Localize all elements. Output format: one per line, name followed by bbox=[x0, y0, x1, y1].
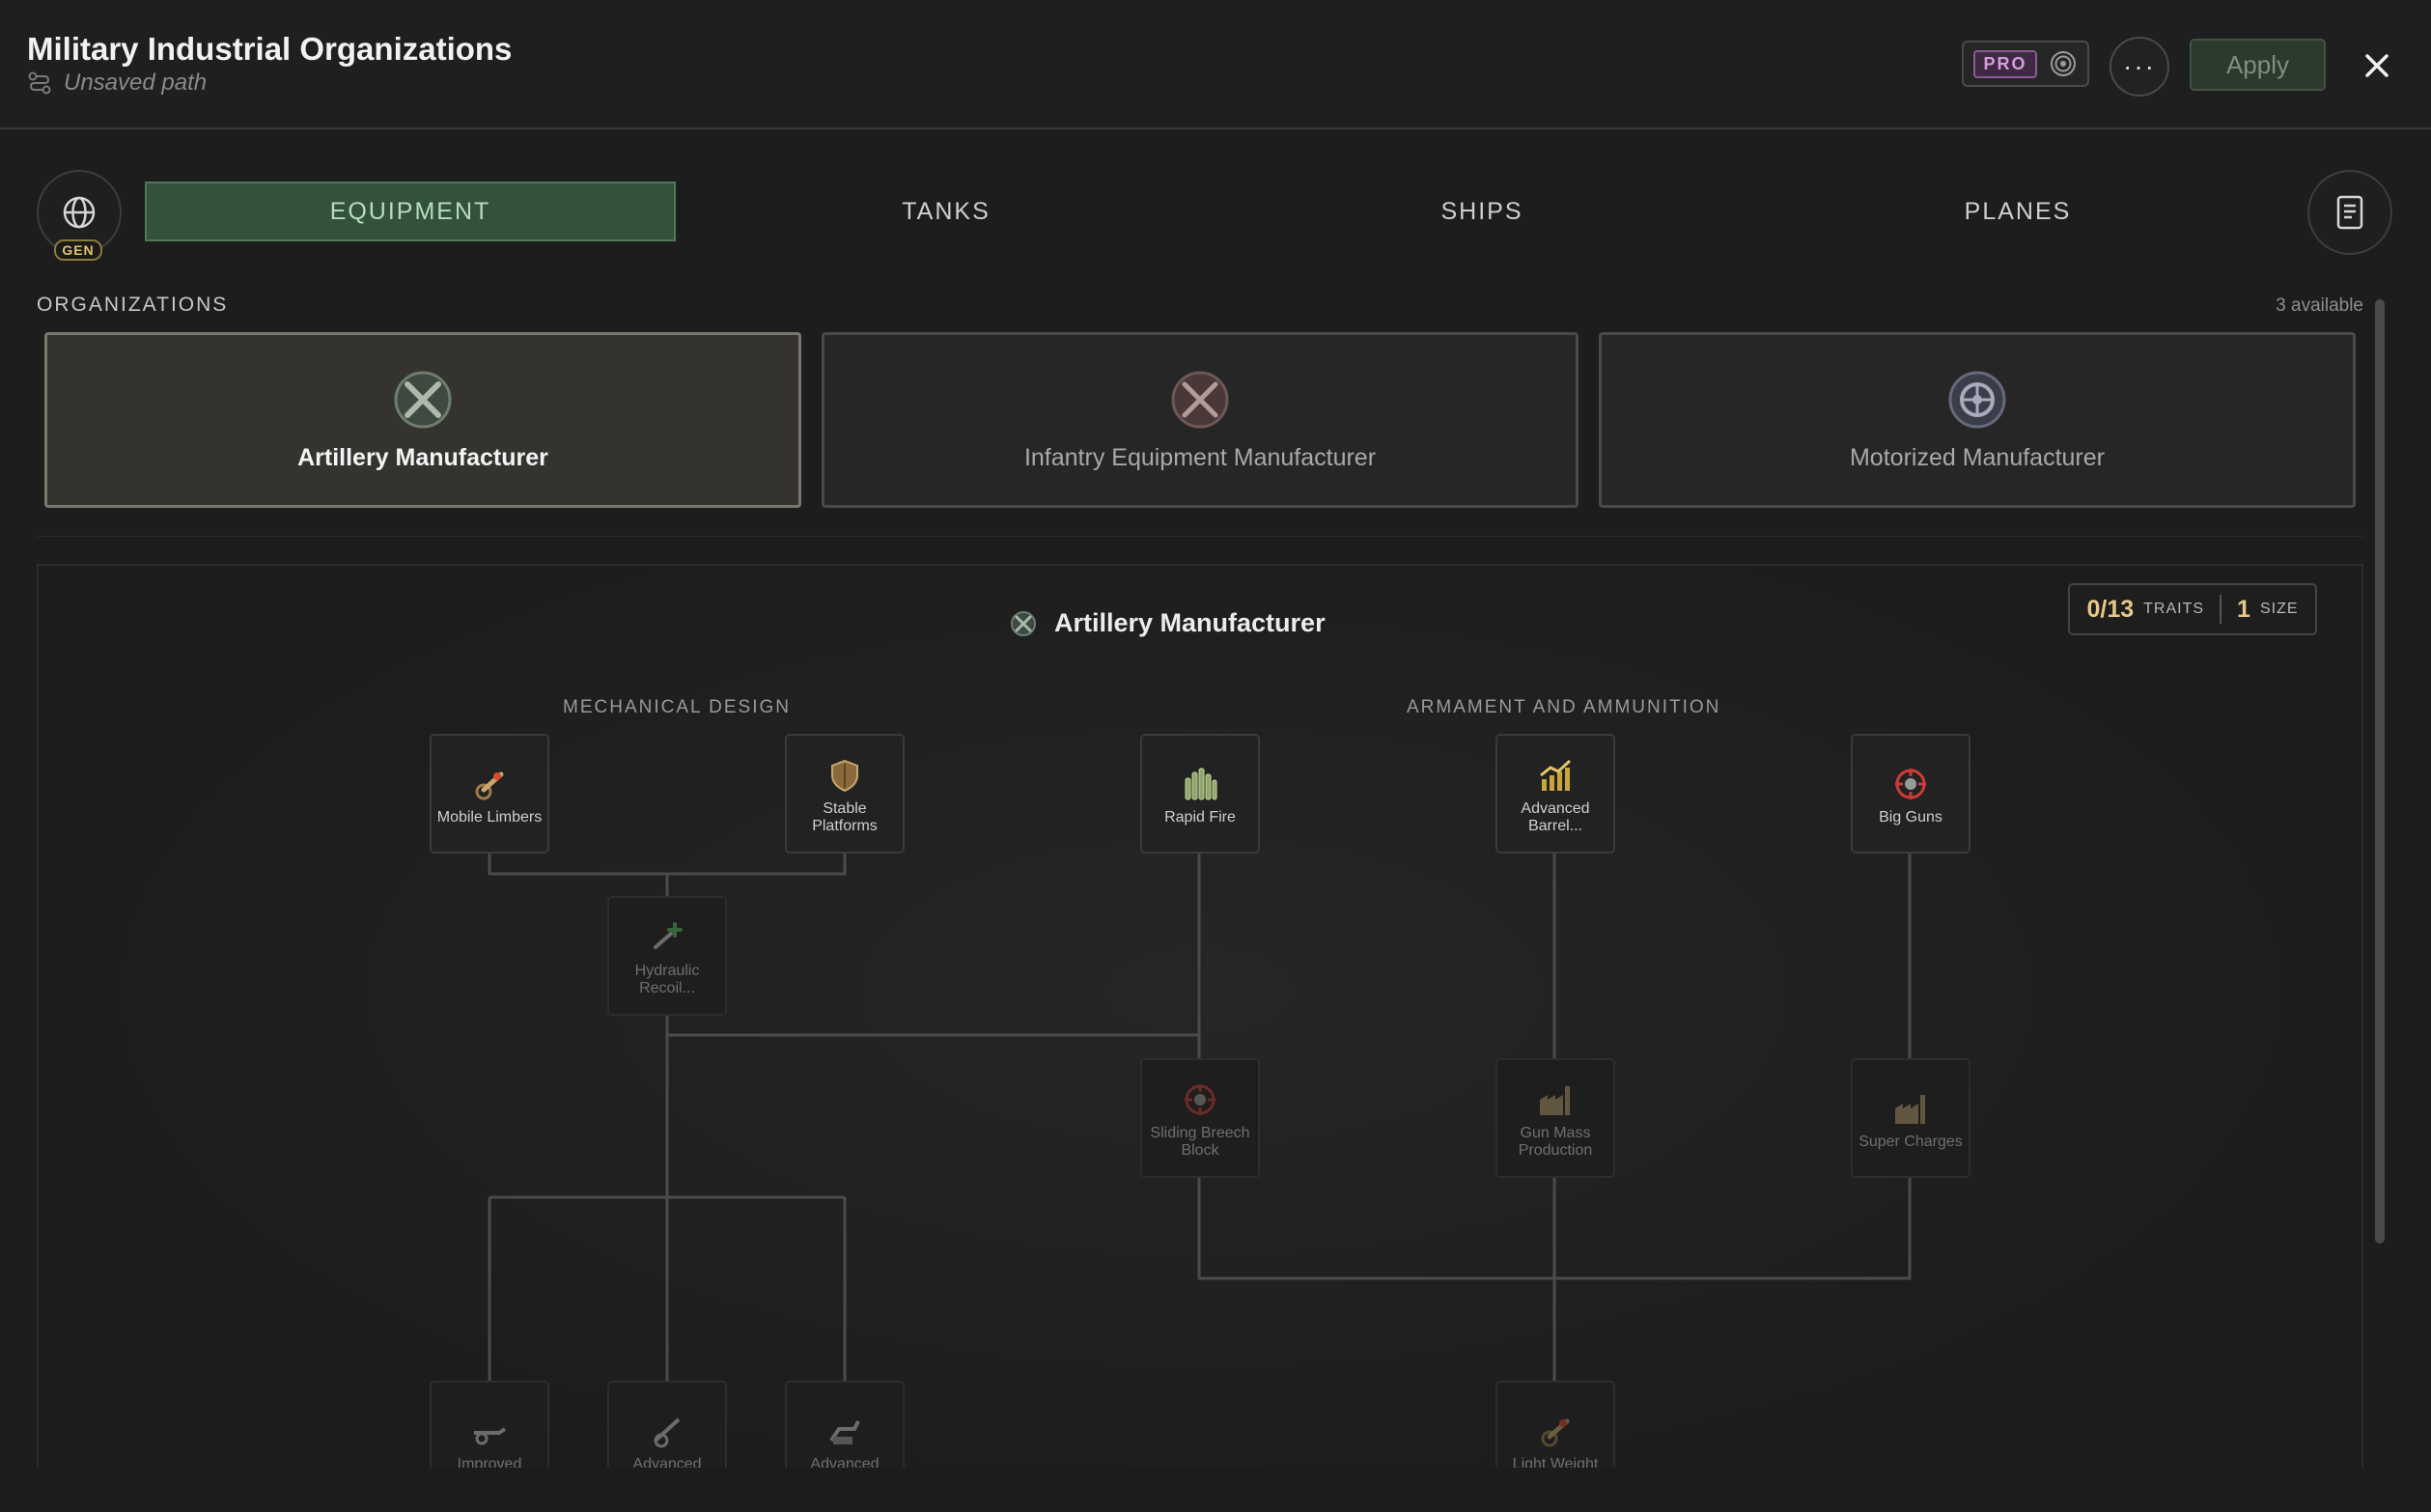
cannon-icon bbox=[1541, 1418, 1570, 1447]
crossed-cannons-icon bbox=[1011, 610, 1036, 636]
group-label-armament: ARMAMENT AND AMMUNITION bbox=[1407, 697, 1721, 717]
org-card-motorized[interactable]: Motorized Manufacturer bbox=[1599, 332, 2356, 508]
org-name: Infantry Equipment Manufacturer bbox=[1023, 443, 1377, 471]
trait-node-super-charges[interactable]: Super Charges bbox=[1851, 1058, 1970, 1178]
path-status: Unsaved path bbox=[27, 70, 207, 97]
howitzer-icon bbox=[654, 1417, 681, 1448]
pro-label: PRO bbox=[1973, 49, 2037, 78]
node-label: Mobile Limbers bbox=[436, 809, 543, 826]
cannon-icon bbox=[475, 771, 504, 800]
trait-node-hydraulic-recoil[interactable]: Hydraulic Recoil... bbox=[607, 896, 727, 1016]
notes-button[interactable] bbox=[2307, 170, 2392, 255]
crossed-rifles-icon bbox=[1171, 371, 1229, 428]
factory-icon bbox=[1540, 1086, 1570, 1115]
trait-tree-panel bbox=[37, 564, 2363, 1512]
org-name: Motorized Manufacturer bbox=[1849, 443, 2105, 471]
trait-node-big-guns[interactable]: Big Guns bbox=[1851, 734, 1970, 854]
org-card-artillery[interactable]: Artillery Manufacturer bbox=[44, 332, 801, 508]
bottom-fade bbox=[0, 1468, 2431, 1512]
node-label: Super Charges bbox=[1858, 1134, 1963, 1150]
pro-button[interactable]: PRO bbox=[1962, 41, 2089, 87]
node-label: Stable Platforms bbox=[812, 800, 878, 834]
wheel-icon bbox=[1948, 371, 2006, 428]
trait-node-advanced-barrel[interactable]: Advanced Barrel... bbox=[1495, 734, 1615, 854]
factory-icon bbox=[1895, 1095, 1925, 1124]
tab-equipment[interactable]: EQUIPMENT bbox=[145, 182, 676, 241]
mortar-icon bbox=[829, 1420, 860, 1444]
org-name: Artillery Manufacturer bbox=[297, 443, 548, 471]
close-icon bbox=[2365, 54, 2389, 77]
more-options-button[interactable]: ··· bbox=[2110, 37, 2169, 97]
shells-icon bbox=[1185, 768, 1217, 800]
org-card-infantry[interactable]: Infantry Equipment Manufacturer bbox=[822, 332, 1579, 508]
node-label: Big Guns bbox=[1879, 809, 1942, 826]
size-value: 1 bbox=[2237, 595, 2250, 623]
available-count: 3 available bbox=[2276, 295, 2363, 316]
chart-up-icon bbox=[1540, 759, 1572, 791]
crosshair-icon bbox=[1895, 769, 1926, 799]
panel-title: Artillery Manufacturer bbox=[1054, 608, 1326, 637]
close-button[interactable] bbox=[2356, 44, 2398, 87]
globe-icon bbox=[63, 196, 96, 229]
trait-node-rapid-fire[interactable]: Rapid Fire bbox=[1140, 734, 1260, 854]
trait-node-mobile-limbers[interactable]: Mobile Limbers bbox=[430, 734, 549, 854]
trait-node-sliding-breech-block[interactable]: Sliding Breech Block bbox=[1140, 1058, 1260, 1178]
crosshair-icon bbox=[1185, 1084, 1216, 1115]
size-label: SIZE bbox=[2259, 601, 2299, 617]
wrench-icon bbox=[654, 922, 683, 949]
field-gun-icon bbox=[474, 1427, 507, 1445]
dialog-header: Military Industrial Organizations Unsave… bbox=[0, 0, 2431, 129]
shield-icon bbox=[831, 759, 858, 793]
organizations-label: ORGANIZATIONS bbox=[37, 294, 229, 316]
trait-node-gun-mass-production[interactable]: Gun Mass Production bbox=[1495, 1058, 1615, 1178]
node-label: Sliding Breech Block bbox=[1150, 1125, 1250, 1159]
tab-ships[interactable]: SHIPS bbox=[1216, 182, 1747, 241]
trait-node-stable-platforms[interactable]: Stable Platforms bbox=[785, 734, 905, 854]
scrollbar[interactable] bbox=[2375, 299, 2385, 1244]
tab-tanks[interactable]: TANKS bbox=[681, 182, 1212, 241]
panel-header: Artillery Manufacturer bbox=[1010, 608, 1326, 638]
counter-divider bbox=[2220, 595, 2222, 624]
node-label: Gun Mass Production bbox=[1518, 1125, 1593, 1159]
tab-planes[interactable]: PLANES bbox=[1752, 182, 2283, 241]
traits-value: 0/13 bbox=[2086, 595, 2135, 623]
path-icon bbox=[28, 71, 51, 95]
organization-list: Artillery Manufacturer Infantry Equipmen… bbox=[37, 326, 2363, 537]
path-subtitle: Unsaved path bbox=[64, 70, 208, 96]
group-label-mechanical: MECHANICAL DESIGN bbox=[563, 697, 791, 717]
trait-counter: 0/13 TRAITS 1 SIZE bbox=[2068, 583, 2317, 635]
gen-badge: GEN bbox=[54, 239, 102, 261]
page-title: Military Industrial Organizations bbox=[27, 31, 513, 67]
target-icon bbox=[2050, 51, 2076, 76]
traits-label: TRAITS bbox=[2143, 601, 2205, 617]
crossed-cannons-icon bbox=[394, 371, 452, 428]
node-label: Rapid Fire bbox=[1164, 809, 1236, 826]
node-label: Advanced Barrel... bbox=[1521, 800, 1590, 834]
node-label: Hydraulic Recoil... bbox=[634, 963, 700, 996]
document-icon bbox=[2336, 195, 2363, 230]
apply-button[interactable]: Apply bbox=[2190, 39, 2326, 91]
